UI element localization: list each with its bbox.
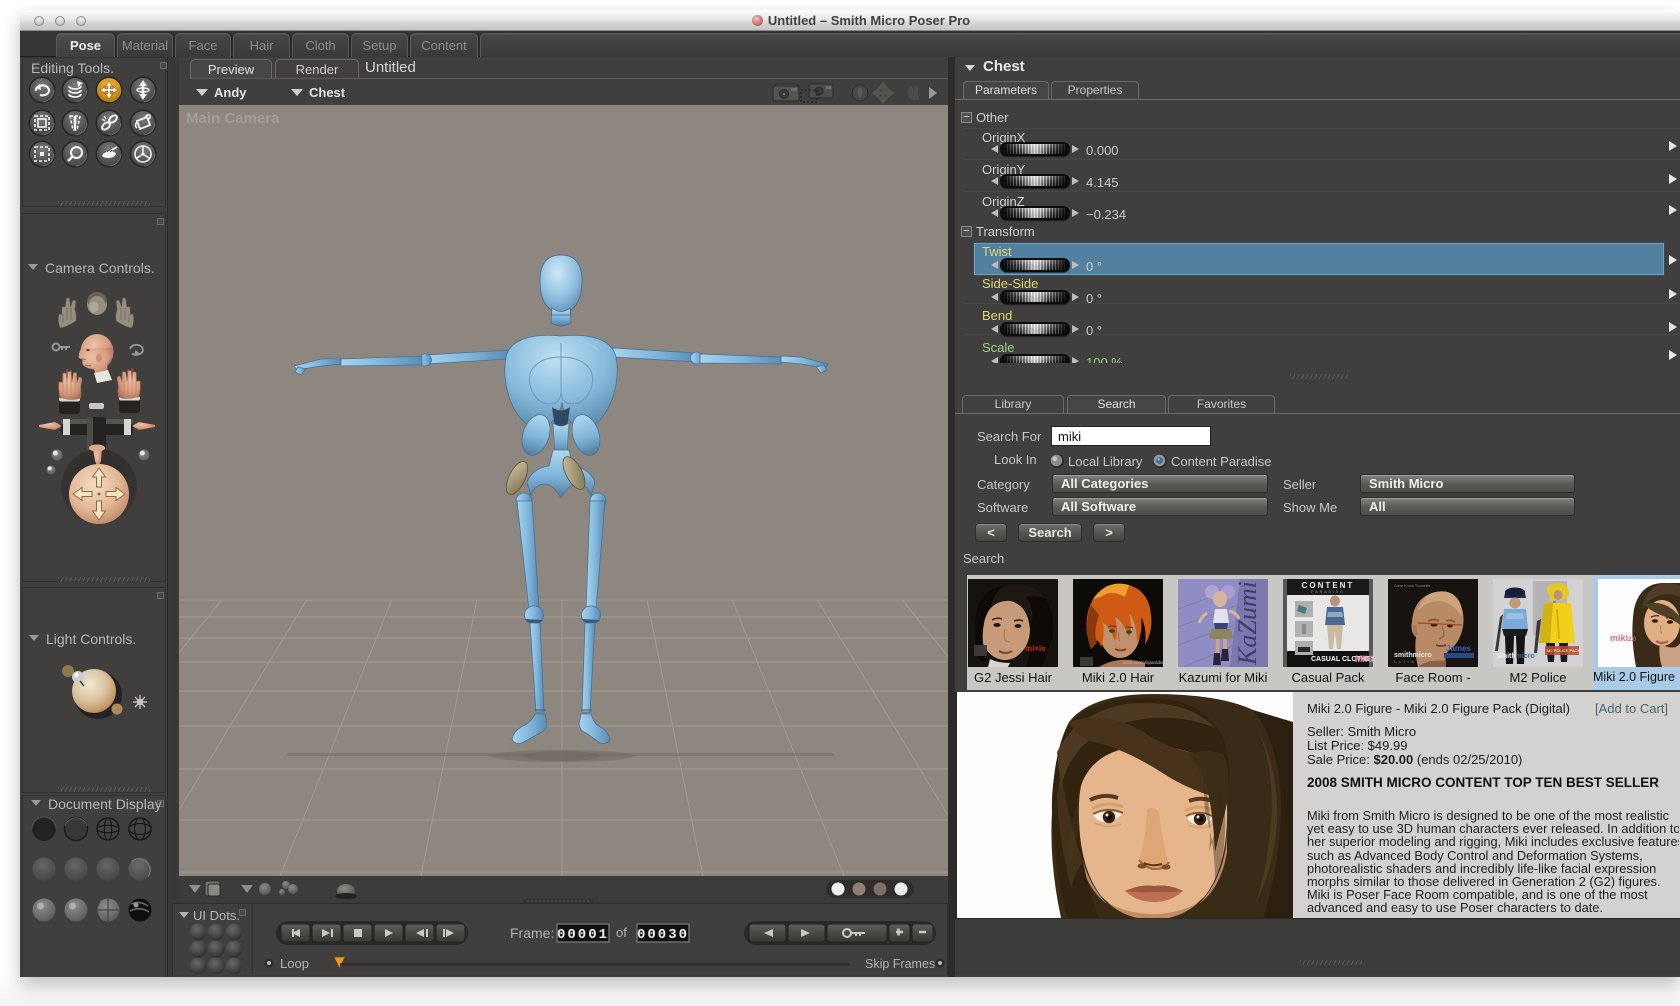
svg-text:s o f t w a r e: s o f t w a r e (1394, 660, 1429, 664)
svg-text:00001: 00001 (557, 927, 609, 943)
svg-text:M2 POLICE PACK: M2 POLICE PACK (1547, 648, 1580, 653)
svg-text:smithmicro: smithmicro (1394, 652, 1432, 659)
svg-text:Skip Frames: Skip Frames (865, 957, 935, 971)
svg-text:MIKI: MIKI (1355, 654, 1373, 664)
svg-text:Come Knock Yourselfer: Come Knock Yourselfer (1394, 584, 1431, 588)
svg-text:mi×ie: mi×ie (1025, 644, 1046, 653)
svg-text:00030: 00030 (637, 927, 689, 943)
svg-text:PARADISE: PARADISE (1311, 590, 1344, 594)
svg-text:KaZumi: KaZumi (1233, 581, 1262, 666)
svg-text:smithmicro: smithmicro (1497, 653, 1535, 660)
svg-text:www.contentparadise.com: www.contentparadise.com (1123, 660, 1163, 665)
svg-text:CONTENT: CONTENT (1302, 581, 1355, 590)
svg-text:Frame:: Frame: (510, 925, 554, 941)
svg-text:of: of (616, 925, 627, 940)
svg-text:James: James (1446, 644, 1471, 653)
svg-text:Loop: Loop (280, 956, 309, 971)
